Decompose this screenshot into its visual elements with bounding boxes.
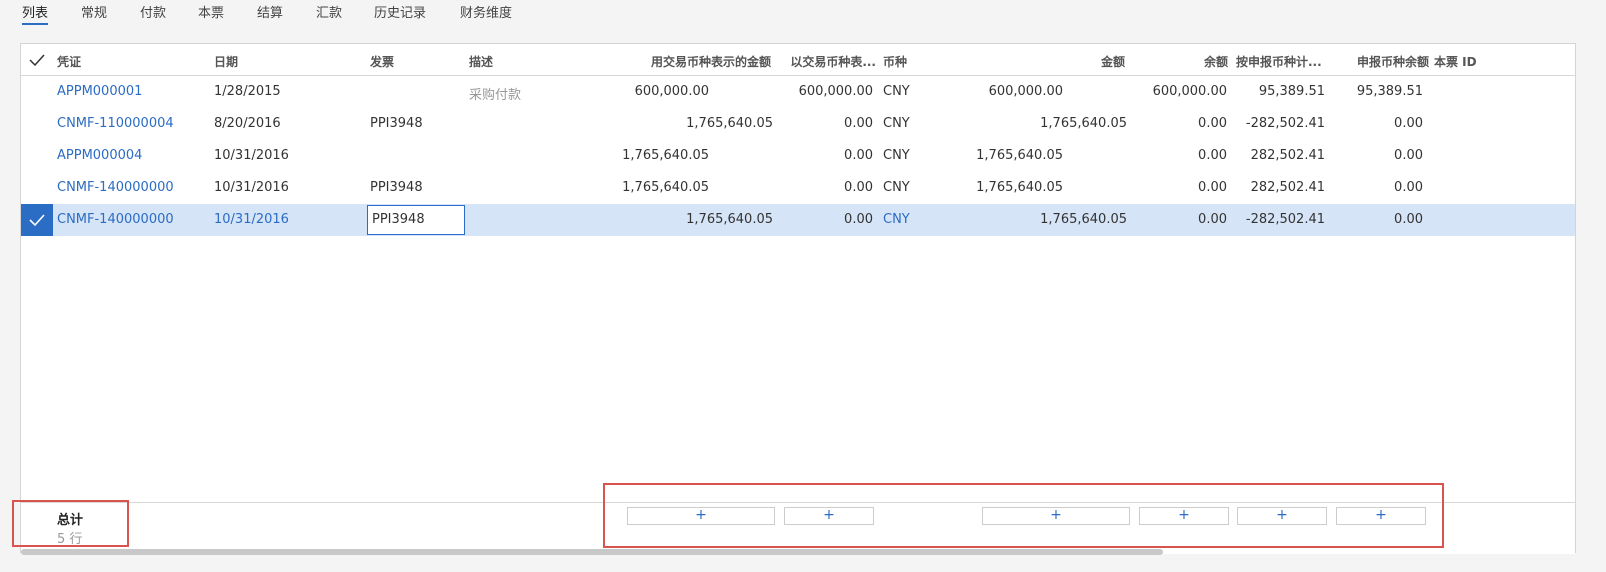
transactions-grid: 凭证 日期 发票 描述 用交易币种表示的金额 以交易币种表... 币种 金额 余…: [20, 43, 1576, 555]
amount-txn-cell: 1,765,640.05: [622, 180, 709, 195]
page: 列表 常规 付款 本票 结算 汇款 历史记录 财务维度 凭证 日期 发票 描述 …: [0, 0, 1606, 572]
tab-promissory-note[interactable]: 本票: [198, 2, 224, 21]
col-promissory-id[interactable]: 本票 ID: [1434, 53, 1477, 70]
col-balance[interactable]: 余额: [1141, 53, 1228, 70]
balance-cell: 0.00: [1198, 148, 1227, 163]
date-cell: 10/31/2016: [214, 180, 289, 195]
reporting-amount-cell: -282,502.41: [1245, 212, 1325, 227]
date-cell: 1/28/2015: [214, 84, 281, 99]
check-icon: [29, 214, 45, 227]
date-cell: 10/31/2016: [214, 148, 289, 163]
col-date[interactable]: 日期: [214, 53, 238, 70]
voucher-link[interactable]: APPM000004: [57, 148, 142, 163]
col-reporting-amount[interactable]: 按申报币种计...: [1236, 53, 1321, 70]
reporting-balance-cell: 0.00: [1394, 116, 1423, 131]
tab-list[interactable]: 列表: [22, 2, 49, 25]
invoice-edit-field[interactable]: PPI3948: [367, 205, 465, 235]
reporting-amount-cell: 282,502.41: [1250, 180, 1325, 195]
amount-txn-cell: 1,765,640.05: [622, 148, 709, 163]
reporting-amount-cell: -282,502.41: [1245, 116, 1325, 131]
table-row[interactable]: CNMF-110000004 8/20/2016 PPI3948 1,765,6…: [21, 108, 1575, 140]
col-currency[interactable]: 币种: [883, 53, 907, 70]
highlight-total-box: [12, 500, 129, 547]
table-row[interactable]: APPM000001 1/28/2015 采购付款 600,000.00 600…: [21, 76, 1575, 108]
date-cell: 10/31/2016: [214, 212, 289, 227]
tab-general[interactable]: 常规: [81, 2, 107, 21]
currency-cell: CNY: [883, 116, 910, 131]
amount-cell: 1,765,640.05: [976, 180, 1063, 195]
balance-txn-cell: 0.00: [844, 148, 873, 163]
balance-txn-cell: 0.00: [844, 180, 873, 195]
balance-cell: 600,000.00: [1152, 84, 1227, 99]
reporting-balance-cell: 95,389.51: [1356, 84, 1423, 99]
select-all-check-icon[interactable]: [29, 54, 45, 66]
voucher-link[interactable]: CNMF-140000000: [57, 212, 174, 227]
amount-cell: 1,765,640.05: [1040, 116, 1127, 131]
balance-txn-cell: 600,000.00: [798, 84, 873, 99]
reporting-balance-cell: 0.00: [1394, 180, 1423, 195]
balance-cell: 0.00: [1198, 116, 1227, 131]
date-cell: 8/20/2016: [214, 116, 281, 131]
table-row-selected[interactable]: CNMF-140000000 10/31/2016 PPI3948 1,765,…: [21, 204, 1575, 236]
col-description[interactable]: 描述: [469, 53, 493, 70]
reporting-balance-cell: 0.00: [1394, 212, 1423, 227]
currency-cell: CNY: [883, 212, 910, 227]
table-row[interactable]: CNMF-140000000 10/31/2016 PPI3948 1,765,…: [21, 172, 1575, 204]
balance-cell: 0.00: [1198, 180, 1227, 195]
voucher-link[interactable]: CNMF-110000004: [57, 116, 174, 131]
amount-cell: 600,000.00: [988, 84, 1063, 99]
col-amount-txn[interactable]: 用交易币种表示的金额: [621, 53, 771, 70]
horizontal-scrollbar[interactable]: [21, 549, 1163, 555]
description-cell: 采购付款: [469, 88, 522, 103]
invoice-cell: PPI3948: [372, 212, 425, 227]
voucher-link[interactable]: APPM000001: [57, 84, 142, 99]
highlight-add-totals-box: [603, 483, 1444, 548]
tab-remittance[interactable]: 汇款: [316, 2, 342, 21]
invoice-cell: PPI3948: [370, 180, 423, 195]
currency-cell: CNY: [883, 84, 910, 99]
col-balance-txn[interactable]: 以交易币种表...: [776, 53, 876, 70]
voucher-link[interactable]: CNMF-140000000: [57, 180, 174, 195]
tab-financial-dimensions[interactable]: 财务维度: [460, 2, 512, 21]
reporting-amount-cell: 282,502.41: [1250, 148, 1325, 163]
col-amount[interactable]: 金额: [1021, 53, 1125, 70]
amount-txn-cell: 1,765,640.05: [686, 116, 773, 131]
col-reporting-balance[interactable]: 申报币种余额: [1321, 53, 1429, 70]
amount-cell: 1,765,640.05: [976, 148, 1063, 163]
currency-cell: CNY: [883, 148, 910, 163]
balance-cell: 0.00: [1198, 212, 1227, 227]
col-invoice[interactable]: 发票: [370, 53, 394, 70]
amount-txn-cell: 600,000.00: [634, 84, 709, 99]
balance-txn-cell: 0.00: [844, 116, 873, 131]
currency-cell: CNY: [883, 180, 910, 195]
reporting-balance-cell: 0.00: [1394, 148, 1423, 163]
amount-cell: 1,765,640.05: [1040, 212, 1127, 227]
grid-header: 凭证 日期 发票 描述 用交易币种表示的金额 以交易币种表... 币种 金额 余…: [21, 44, 1575, 76]
table-row[interactable]: APPM000004 10/31/2016 1,765,640.05 0.00 …: [21, 140, 1575, 172]
balance-txn-cell: 0.00: [844, 212, 873, 227]
tab-settlement[interactable]: 结算: [257, 2, 283, 21]
col-voucher[interactable]: 凭证: [57, 53, 81, 70]
amount-txn-cell: 1,765,640.05: [686, 212, 773, 227]
invoice-cell: PPI3948: [370, 116, 423, 131]
reporting-amount-cell: 95,389.51: [1258, 84, 1325, 99]
tab-payment[interactable]: 付款: [140, 2, 166, 21]
row-select-checkbox[interactable]: [21, 204, 53, 236]
tab-history[interactable]: 历史记录: [374, 2, 426, 21]
